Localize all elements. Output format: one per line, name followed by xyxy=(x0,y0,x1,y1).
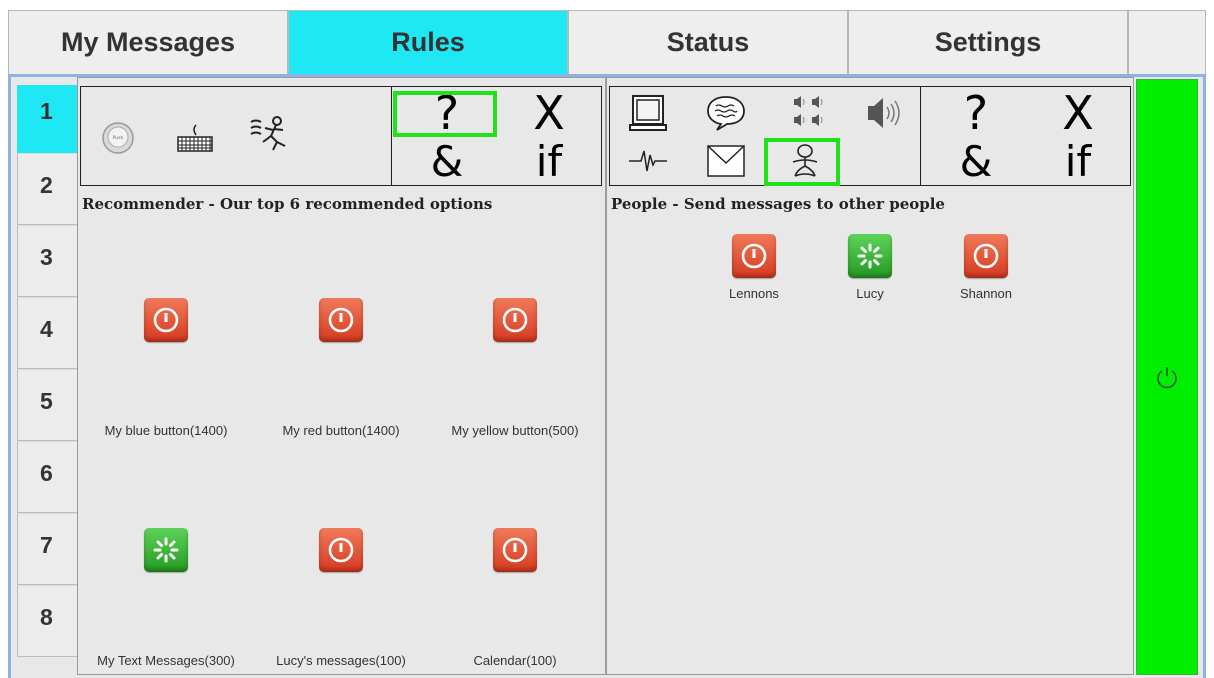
rule-tab-8[interactable]: 8 xyxy=(17,585,81,657)
toolbar-divider xyxy=(920,87,921,185)
selected-highlight xyxy=(393,91,497,137)
if-operator[interactable]: if xyxy=(1030,139,1126,185)
heartbeat-icon[interactable] xyxy=(618,139,678,183)
spinner-icon xyxy=(848,234,892,278)
svg-text:Push: Push xyxy=(113,135,124,141)
person-shannon[interactable]: Shannon xyxy=(911,234,1061,301)
not-operator[interactable]: X xyxy=(501,89,597,137)
rules-frame: 1 2 3 4 5 6 7 8 Push ? X & if Recommende… xyxy=(8,74,1206,678)
rule-tab-3[interactable]: 3 xyxy=(17,225,81,297)
multi-speaker-icon[interactable] xyxy=(778,91,838,135)
action-toolbar: ? X & if xyxy=(609,86,1131,186)
question-operator[interactable]: ? xyxy=(928,89,1024,137)
power-icon xyxy=(493,298,537,342)
power-icon xyxy=(964,234,1008,278)
trigger-toolbar: Push ? X & if xyxy=(80,86,602,186)
rule-tab-6[interactable]: 6 xyxy=(17,441,81,513)
main-tab-bar: My Messages Rules Status Settings xyxy=(8,10,1206,74)
selected-highlight xyxy=(764,138,840,186)
recommender-title: Recommender - Our top 6 recommended opti… xyxy=(82,195,493,213)
speaker-icon[interactable] xyxy=(852,91,912,135)
person-label: Shannon xyxy=(959,286,1013,301)
spinner-icon xyxy=(144,528,188,572)
item-label: My Text Messages(300) xyxy=(97,653,235,668)
envelope-icon[interactable] xyxy=(696,139,756,183)
rule-tab-1[interactable]: 1 xyxy=(17,85,81,153)
power-toggle-bar[interactable] xyxy=(1136,79,1198,675)
tab-rules[interactable]: Rules xyxy=(288,10,568,74)
keyboard-icon[interactable] xyxy=(167,117,223,159)
item-my-red-button[interactable] xyxy=(256,298,426,342)
power-icon xyxy=(319,298,363,342)
and-operator[interactable]: & xyxy=(928,139,1024,185)
item-my-yellow-button[interactable] xyxy=(430,298,600,342)
item-label: My red button(1400) xyxy=(282,423,400,438)
recommender-panel: Push ? X & if Recommender - Our top 6 re… xyxy=(77,77,606,675)
not-operator[interactable]: X xyxy=(1030,89,1126,137)
item-label: My yellow button(500) xyxy=(451,423,579,438)
speech-icon[interactable] xyxy=(696,91,756,135)
tab-bar-filler xyxy=(1128,10,1206,74)
rule-tab-4[interactable]: 4 xyxy=(17,297,81,369)
people-title: People - Send messages to other people xyxy=(611,195,945,213)
power-icon xyxy=(319,528,363,572)
item-calendar[interactable] xyxy=(430,528,600,572)
rule-number-tabs: 1 2 3 4 5 6 7 8 xyxy=(17,85,81,657)
if-operator[interactable]: if xyxy=(501,139,597,185)
item-label: Calendar(100) xyxy=(473,653,557,668)
tab-my-messages[interactable]: My Messages xyxy=(8,10,288,74)
people-panel: ? X & if People - Send messages to other… xyxy=(606,77,1134,675)
rule-tab-5[interactable]: 5 xyxy=(17,369,81,441)
item-my-text-messages[interactable] xyxy=(81,528,251,572)
tab-settings[interactable]: Settings xyxy=(848,10,1128,74)
rule-tab-7[interactable]: 7 xyxy=(17,513,81,585)
power-icon xyxy=(493,528,537,572)
rule-tab-2[interactable]: 2 xyxy=(17,153,81,225)
tab-status[interactable]: Status xyxy=(568,10,848,74)
item-label: My blue button(1400) xyxy=(104,423,228,438)
power-icon xyxy=(144,298,188,342)
item-my-blue-button[interactable] xyxy=(81,298,251,342)
item-lucys-messages[interactable] xyxy=(256,528,426,572)
and-operator[interactable]: & xyxy=(399,139,495,185)
screen-icon[interactable] xyxy=(618,91,678,135)
motion-sensor-icon[interactable] xyxy=(241,109,297,159)
power-icon xyxy=(732,234,776,278)
power-icon xyxy=(1157,367,1177,389)
toolbar-divider xyxy=(391,87,392,185)
item-label: Lucy's messages(100) xyxy=(276,653,406,668)
push-button-icon[interactable]: Push xyxy=(93,117,143,159)
